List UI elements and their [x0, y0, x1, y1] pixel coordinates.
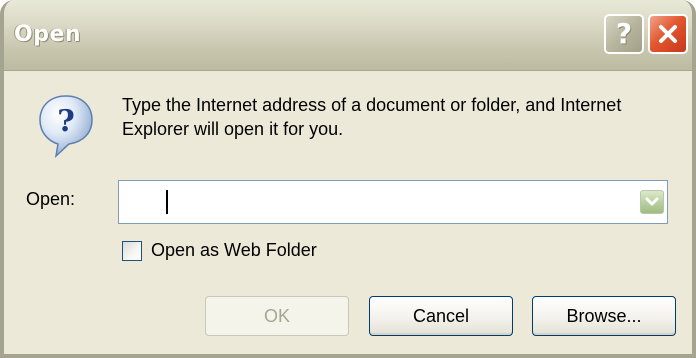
chevron-down-icon: [645, 197, 659, 206]
svg-text:?: ?: [57, 104, 75, 139]
window-title: Open: [14, 22, 82, 47]
close-button[interactable]: [648, 14, 688, 54]
web-folder-option[interactable]: Open as Web Folder: [122, 240, 317, 261]
browse-button[interactable]: Browse...: [532, 296, 676, 336]
text-caret: [166, 190, 168, 214]
help-icon: ?: [615, 17, 633, 50]
question-balloon-icon: ?: [39, 95, 93, 159]
ok-button[interactable]: OK: [205, 296, 349, 336]
open-as-web-folder-label[interactable]: Open as Web Folder: [151, 240, 317, 261]
close-icon: [659, 25, 677, 43]
open-dialog: Open ? ? Type the Internet address of a …: [0, 0, 696, 358]
open-field-label: Open:: [26, 189, 76, 209]
dialog-message: Type the Internet address of a document …: [122, 95, 622, 139]
open-as-web-folder-checkbox[interactable]: [122, 240, 142, 261]
title-bar[interactable]: Open ?: [4, 0, 692, 71]
dropdown-button[interactable]: [640, 190, 664, 214]
open-address-combobox[interactable]: [118, 180, 668, 224]
help-button[interactable]: ?: [604, 14, 644, 54]
open-address-input[interactable]: [119, 181, 631, 223]
cancel-button[interactable]: Cancel: [369, 296, 513, 336]
